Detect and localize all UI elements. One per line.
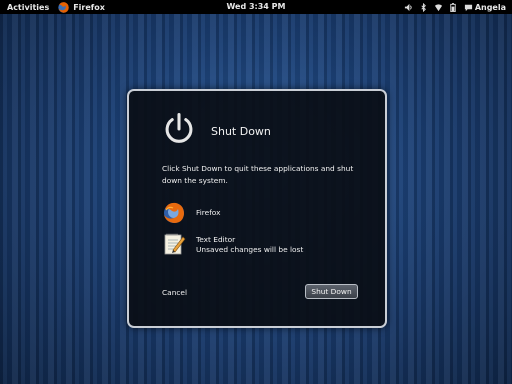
app-list-item: Firefox	[162, 201, 220, 225]
top-panel: Activities Firefox Wed 3:34 PM Angela	[0, 0, 512, 14]
user-menu[interactable]: Angela	[464, 3, 506, 12]
app-status: Unsaved changes will be lost	[196, 245, 304, 254]
app-name: Firefox	[196, 208, 221, 217]
app-name: Text Editor	[196, 235, 236, 244]
activities-button[interactable]: Activities	[7, 3, 49, 12]
battery-icon[interactable]	[449, 2, 458, 12]
wifi-icon[interactable]	[434, 3, 443, 12]
app-list-item: Text Editor Unsaved changes will be lost	[162, 232, 303, 256]
dialog-title: Shut Down	[211, 125, 271, 138]
clock[interactable]: Wed 3:34 PM	[227, 2, 286, 11]
dialog-description: Click Shut Down to quit these applicatio…	[162, 164, 354, 185]
firefox-icon	[164, 202, 184, 223]
bluetooth-icon[interactable]	[419, 2, 428, 12]
user-name: Angela	[474, 2, 506, 12]
power-icon	[165, 113, 193, 143]
shut-down-button[interactable]: Shut Down	[305, 284, 358, 299]
text-editor-icon	[164, 233, 186, 255]
app-menu[interactable]: Firefox	[57, 1, 105, 14]
firefox-icon	[58, 1, 69, 13]
system-tray: Angela	[404, 0, 506, 14]
volume-icon[interactable]	[404, 3, 413, 12]
shutdown-dialog: Shut Down Click Shut Down to quit these …	[127, 89, 387, 328]
cancel-button[interactable]: Cancel	[162, 288, 187, 297]
chat-icon	[464, 4, 472, 11]
app-menu-label: Firefox	[73, 2, 105, 12]
